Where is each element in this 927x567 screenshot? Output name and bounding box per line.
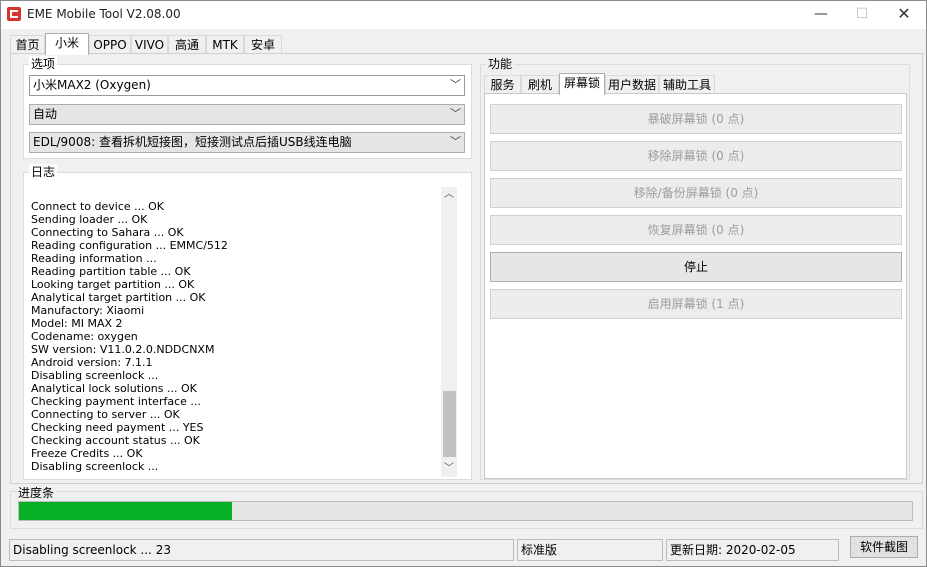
remove-backup-screenlock-button[interactable]: 移除/备份屏幕锁 (0 点) (490, 178, 902, 208)
progress-title: 进度条 (17, 484, 56, 501)
options-group: 选项 小米MAX2 (Oxygen) ﹀ 自动 ﹀ EDL/9008: 查看拆机… (23, 56, 472, 159)
tab-xiaomi[interactable]: 小米 (45, 33, 89, 55)
log-line: Codename: oxygen (31, 330, 138, 343)
screenshot-button[interactable]: 软件截图 (850, 536, 918, 558)
chevron-down-icon: ﹀ (450, 78, 461, 91)
log-line: Android version: 7.1.1 (31, 356, 153, 369)
mode-select[interactable]: 自动 ﹀ (29, 104, 465, 125)
progress-fill (19, 502, 232, 520)
progress-group (10, 491, 923, 529)
brute-screenlock-button[interactable]: 暴破屏幕锁 (0 点) (490, 104, 902, 134)
chevron-down-icon: ﹀ (450, 135, 461, 148)
function-group: 功能 服务 刷机 屏幕锁 用户数据 辅助工具 暴破屏幕锁 (0 点) 移除屏幕锁… (480, 56, 910, 480)
log-line: Connect to device ... OK (31, 200, 165, 213)
log-line: SW version: V11.0.2.0.NDDCNXM (31, 343, 215, 356)
status-message: Disabling screenlock ... 23 (9, 539, 514, 561)
tab-oppo[interactable]: OPPO (89, 35, 131, 54)
tab-qualcomm[interactable]: 高通 (168, 35, 206, 54)
log-line: Disabling screenlock ... (31, 460, 159, 473)
enable-screenlock-button[interactable]: 启用屏幕锁 (1 点) (490, 289, 902, 319)
chevron-up-icon[interactable]: ︿ (441, 187, 457, 203)
log-line: Model: MI MAX 2 (31, 317, 123, 330)
app-window: EME Mobile Tool V2.08.00 — ☐ ✕ 首页 小米 OPP… (0, 0, 927, 567)
window-title: EME Mobile Tool V2.08.00 (27, 7, 181, 21)
tab-screenlock[interactable]: 屏幕锁 (559, 73, 605, 95)
chevron-down-icon: ﹀ (450, 107, 461, 120)
app-logo-icon (7, 7, 21, 21)
tab-user-data[interactable]: 用户数据 (605, 75, 659, 94)
screenlock-panel: 暴破屏幕锁 (0 点) 移除屏幕锁 (0 点) 移除/备份屏幕锁 (0 点) 恢… (484, 93, 907, 479)
mode-value: 自动 (33, 107, 58, 121)
log-group: 日志 Connect to device ... OK Sending load… (23, 164, 472, 480)
method-value: EDL/9008: 查看拆机短接图，短接测试点后插USB线连电脑 (33, 135, 352, 149)
options-title: 选项 (29, 56, 58, 72)
log-output[interactable]: Connect to device ... OK Sending loader … (29, 187, 457, 477)
tab-tools[interactable]: 辅助工具 (659, 75, 715, 94)
log-scrollbar[interactable]: ︿ ﹀ (441, 187, 457, 477)
edition-label: 标准版 (517, 539, 663, 561)
log-lines: Connect to device ... OK Sending loader … (29, 187, 457, 473)
status-bar: Disabling screenlock ... 23 标准版 更新日期: 20… (1, 537, 926, 567)
method-select[interactable]: EDL/9008: 查看拆机短接图，短接测试点后插USB线连电脑 ﹀ (29, 132, 465, 153)
log-line: Checking account status ... OK (31, 434, 200, 447)
restore-screenlock-button[interactable]: 恢复屏幕锁 (0 点) (490, 215, 902, 245)
log-line: Analytical target partition ... OK (31, 291, 206, 304)
tab-service[interactable]: 服务 (484, 75, 521, 94)
log-line: Manufactory: Xiaomi (31, 304, 145, 317)
tab-vivo[interactable]: VIVO (131, 35, 168, 54)
function-title: 功能 (486, 56, 515, 72)
title-bar[interactable]: EME Mobile Tool V2.08.00 — ☐ ✕ (1, 1, 926, 29)
log-line: Reading information ... (31, 252, 157, 265)
minimize-button[interactable]: — (798, 1, 844, 29)
log-line: Checking payment interface ... (31, 395, 201, 408)
log-line: Looking target partition ... OK (31, 278, 195, 291)
model-value: 小米MAX2 (Oxygen) (33, 78, 151, 92)
log-line: Freeze Credits ... OK (31, 447, 143, 460)
log-line: Checking need payment ... YES (31, 421, 204, 434)
tab-flash[interactable]: 刷机 (521, 75, 559, 94)
maximize-button[interactable]: ☐ (839, 1, 885, 29)
log-line: Disabling screenlock ... (31, 369, 159, 382)
log-line: Analytical lock solutions ... OK (31, 382, 197, 395)
log-title: 日志 (29, 164, 58, 180)
update-date: 更新日期: 2020-02-05 (666, 539, 839, 561)
tab-android[interactable]: 安卓 (244, 35, 282, 54)
model-select[interactable]: 小米MAX2 (Oxygen) ﹀ (29, 75, 465, 96)
log-line: Reading configuration ... EMMC/512 (31, 239, 228, 252)
log-line: Connecting to Sahara ... OK (31, 226, 184, 239)
close-button[interactable]: ✕ (881, 1, 927, 29)
progress-bar (18, 501, 913, 521)
chevron-down-icon[interactable]: ﹀ (441, 461, 457, 477)
log-line: Sending loader ... OK (31, 213, 148, 226)
tab-home[interactable]: 首页 (10, 35, 45, 54)
xiaomi-panel: 选项 小米MAX2 (Oxygen) ﹀ 自动 ﹀ EDL/9008: 查看拆机… (10, 53, 923, 484)
remove-screenlock-button[interactable]: 移除屏幕锁 (0 点) (490, 141, 902, 171)
log-line: Connecting to server ... OK (31, 408, 180, 421)
stop-button[interactable]: 停止 (490, 252, 902, 282)
tab-mtk[interactable]: MTK (206, 35, 244, 54)
scroll-thumb[interactable] (443, 391, 456, 457)
log-line: Reading partition table ... OK (31, 265, 191, 278)
